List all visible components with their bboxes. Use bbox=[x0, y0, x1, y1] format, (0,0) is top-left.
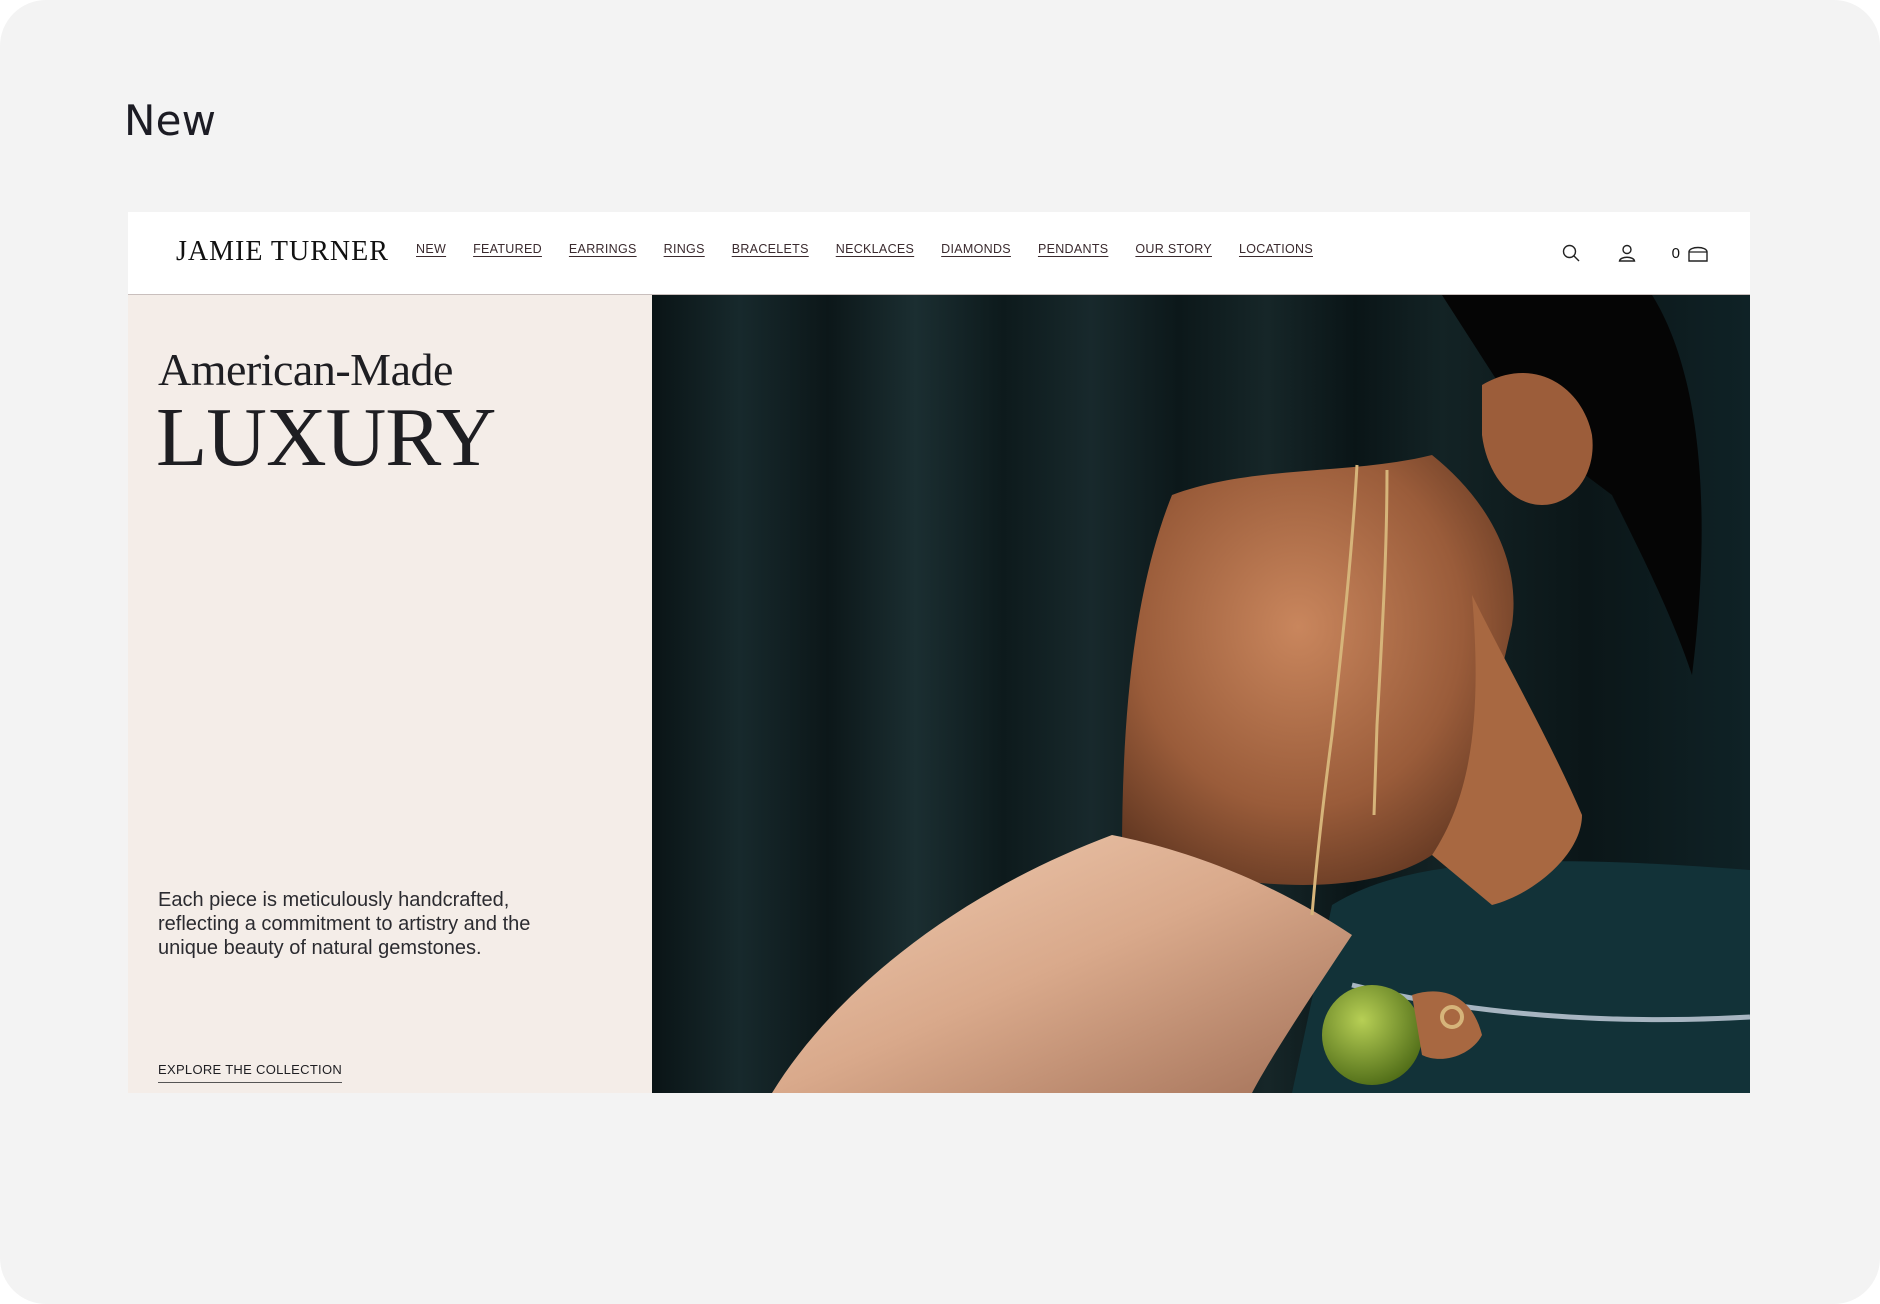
nav-item-featured[interactable]: FEATURED bbox=[473, 242, 542, 256]
nav-item-our-story[interactable]: OUR STORY bbox=[1135, 242, 1212, 256]
cart-button[interactable]: 0 bbox=[1672, 242, 1710, 264]
nav-item-bracelets[interactable]: BRACELETS bbox=[732, 242, 809, 256]
nav-item-diamonds[interactable]: DIAMONDS bbox=[941, 242, 1011, 256]
site-header: JAMIE TURNER NEW FEATURED EARRINGS RINGS… bbox=[128, 212, 1750, 295]
search-icon[interactable] bbox=[1560, 242, 1582, 264]
brand-logo[interactable]: JAMIE TURNER bbox=[176, 236, 389, 268]
explore-collection-link[interactable]: EXPLORE THE COLLECTION bbox=[158, 1062, 343, 1083]
nav-item-pendants[interactable]: PENDANTS bbox=[1038, 242, 1108, 256]
cart-count: 0 bbox=[1671, 244, 1680, 262]
header-actions: 0 bbox=[1526, 242, 1710, 264]
hero-text-panel: American-Made LUXURY Each piece is metic… bbox=[128, 295, 652, 1093]
hero-headline-large: LUXURY bbox=[156, 391, 496, 484]
website-preview: JAMIE TURNER NEW FEATURED EARRINGS RINGS… bbox=[128, 212, 1750, 1093]
section-title: New bbox=[124, 96, 217, 145]
hero-description: Each piece is meticulously handcrafted, … bbox=[158, 889, 531, 959]
nav-item-necklaces[interactable]: NECKLACES bbox=[836, 242, 914, 256]
nav-item-new[interactable]: NEW bbox=[416, 242, 446, 256]
main-nav: NEW FEATURED EARRINGS RINGS BRACELETS NE… bbox=[416, 242, 1340, 256]
hero-image bbox=[652, 295, 1750, 1093]
bag-icon bbox=[1688, 246, 1708, 262]
page-card: New JAMIE TURNER NEW FEATURED EARRINGS R… bbox=[0, 0, 1880, 1304]
nav-item-rings[interactable]: RINGS bbox=[664, 242, 705, 256]
account-icon[interactable] bbox=[1616, 242, 1638, 264]
nav-item-locations[interactable]: LOCATIONS bbox=[1239, 242, 1313, 256]
nav-item-earrings[interactable]: EARRINGS bbox=[569, 242, 637, 256]
